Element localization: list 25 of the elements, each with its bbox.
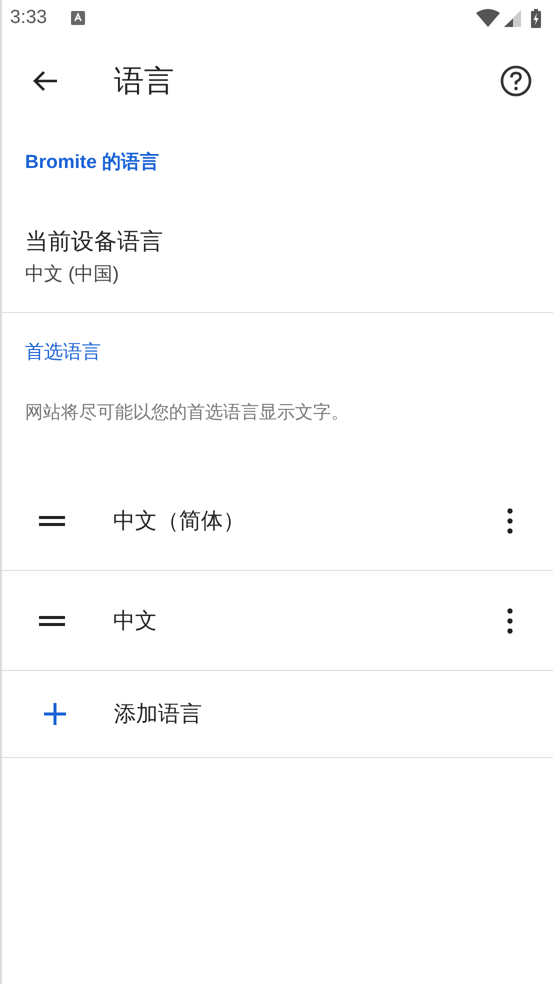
language-name: 中文（简体） bbox=[113, 506, 245, 534]
item-summary: 中文 (中国) bbox=[25, 262, 120, 286]
keyboard-notification-icon bbox=[70, 11, 85, 25]
signal-icon bbox=[504, 10, 521, 26]
drag-handle-icon[interactable] bbox=[39, 516, 65, 526]
item-title: 当前设备语言 bbox=[25, 226, 164, 256]
language-name: 中文 bbox=[113, 606, 157, 634]
clock-time: 3:33 bbox=[10, 7, 47, 29]
help-icon[interactable] bbox=[500, 65, 532, 97]
drag-handle-icon[interactable] bbox=[39, 616, 65, 626]
add-language-label: 添加语言 bbox=[114, 700, 202, 728]
device-language-item[interactable]: 当前设备语言 中文 (中国) bbox=[2, 200, 553, 312]
plus-icon bbox=[44, 703, 66, 725]
language-item[interactable]: 中文（简体） bbox=[2, 471, 553, 570]
section-header: Bromite 的语言 bbox=[24, 150, 160, 175]
add-language-item[interactable]: 添加语言 bbox=[2, 671, 553, 757]
language-item[interactable]: 中文 bbox=[2, 571, 553, 670]
screen-title: 语言 bbox=[114, 64, 174, 100]
description-text: 网站将尽可能以您的首选语言显示文字。 bbox=[24, 401, 350, 424]
more-options-icon[interactable] bbox=[507, 508, 513, 534]
back-arrow-icon[interactable] bbox=[32, 70, 58, 92]
wifi-icon bbox=[476, 9, 500, 27]
more-options-icon[interactable] bbox=[507, 608, 513, 634]
battery-charging-icon bbox=[531, 8, 541, 28]
section-header: 首选语言 bbox=[24, 341, 102, 365]
